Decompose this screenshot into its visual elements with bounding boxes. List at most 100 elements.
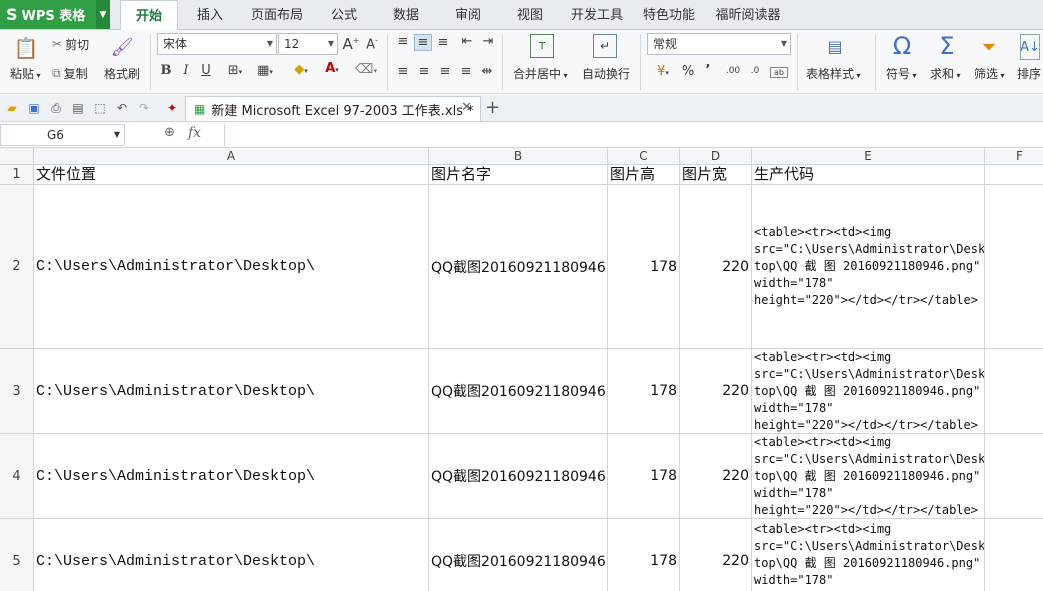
redo-icon[interactable]: ↷ [136,100,152,116]
table-cell[interactable]: C:\Users\Administrator\Desktop\ [34,185,429,349]
document-tab[interactable]: ▦ 新建 Microsoft Excel 97-2003 工作表.xls * ✕ [185,96,481,121]
table-cell[interactable]: 220 [680,185,752,349]
format-painter-button[interactable]: 格式刷 [104,65,140,82]
align-left-icon[interactable]: ≡ [395,64,411,79]
align-center-icon[interactable]: ≡ [416,64,432,79]
export-pdf-icon[interactable]: ⬚ [92,100,108,116]
tab-home[interactable]: 开始 [120,0,178,31]
table-cell[interactable]: C:\Users\Administrator\Desktop\ [34,519,429,591]
tab-review[interactable]: 审阅 [444,0,492,30]
italic-icon[interactable]: I [178,63,194,78]
table-cell[interactable]: QQ截图20160921180946.p [429,519,608,591]
align-bottom-icon[interactable]: ≡ [435,35,451,50]
table-cell[interactable]: 178 [608,434,680,519]
row-header[interactable]: 4 [0,434,34,519]
column-header-f[interactable]: F [985,148,1043,165]
paste-icon[interactable]: 📋 [8,34,44,62]
comma-style-icon[interactable]: ’ [702,63,714,78]
merge-center-button[interactable]: 合并居中 ▾ [513,65,568,82]
table-style-icon[interactable]: ▤ [822,35,848,57]
table-cell[interactable]: <table><tr><td><img src="C:\Users\Admini… [752,349,985,434]
empty-cell[interactable] [985,165,1043,185]
column-header-e[interactable]: E [752,148,985,165]
table-cell[interactable]: QQ截图20160921180946.p [429,349,608,434]
table-cell[interactable]: <table><tr><td><img src="C:\Users\Admini… [752,434,985,519]
sum-button[interactable]: 求和 ▾ [930,65,961,82]
decrease-decimal-icon[interactable]: .0 [746,66,764,76]
table-cell[interactable]: C:\Users\Administrator\Desktop\ [34,434,429,519]
justify-icon[interactable]: ≡ [458,64,474,79]
borders-icon[interactable]: ⊞▾ [222,63,248,78]
table-cell[interactable]: 220 [680,519,752,591]
row-header[interactable]: 3 [0,349,34,434]
row-header[interactable]: 5 [0,519,34,591]
header-cell-image-name[interactable]: 图片名字 [429,165,608,185]
zoom-search-icon[interactable]: ⊕ [164,125,175,140]
align-middle-icon[interactable]: ≡ [414,34,432,51]
tab-data[interactable]: 数据 [382,0,430,30]
cell-style-icon[interactable]: ▦▾ [252,63,278,78]
cut-button[interactable]: ✂ 剪切 [52,34,89,54]
font-color-icon[interactable]: A▾ [318,61,346,76]
underline-icon[interactable]: U [198,63,214,78]
number-format-select[interactable]: 常规 ▼ [647,33,791,55]
wps-app-menu-button[interactable]: S WPS 表格 [0,0,96,29]
tab-page-layout[interactable]: 页面布局 [246,0,308,30]
table-cell[interactable]: <table><tr><td><img src="C:\Users\Admini… [752,185,985,349]
format-painter-icon[interactable]: 🖌 [108,34,136,60]
empty-cell[interactable] [985,519,1043,591]
print-icon[interactable]: ⎙ [48,100,64,116]
copy-button[interactable]: ⧉ 复制 [52,63,88,83]
table-cell[interactable]: 220 [680,349,752,434]
column-header-d[interactable]: D [680,148,752,165]
table-cell[interactable]: QQ截图20160921180946.p [429,434,608,519]
row-header[interactable]: 2 [0,185,34,349]
name-box[interactable]: G6 ▼ [0,124,125,146]
merge-center-icon[interactable]: T [530,34,554,58]
header-cell-generated-code[interactable]: 生产代码 [752,165,985,185]
header-cell-file-location[interactable]: 文件位置 [34,165,429,185]
omega-symbol-icon[interactable]: Ω [888,32,916,60]
decrease-font-icon[interactable]: A- [363,36,381,52]
table-cell[interactable]: C:\Users\Administrator\Desktop\ [34,349,429,434]
tab-formulas[interactable]: 公式 [320,0,368,30]
column-header-a[interactable]: A [34,148,429,165]
font-name-select[interactable]: 宋体 ▼ [157,33,277,55]
align-right-icon[interactable]: ≡ [437,64,453,79]
print-preview-icon[interactable]: ▤ [70,100,86,116]
sort-az-icon[interactable]: A↓ [1020,34,1040,60]
currency-icon[interactable]: ¥▾ [650,64,676,79]
decrease-indent-icon[interactable]: ⇤ [459,34,475,49]
tab-insert[interactable]: 插入 [186,0,234,30]
table-cell[interactable]: 178 [608,519,680,591]
new-tab-plus-icon[interactable]: + [485,97,500,118]
tab-foxit-reader[interactable]: 福昕阅读器 [710,0,786,30]
tab-developer[interactable]: 开发工具 [566,0,628,30]
symbol-button[interactable]: 符号 ▾ [886,65,917,82]
increase-font-icon[interactable]: A+ [342,35,360,53]
formula-input[interactable] [224,124,1043,146]
header-cell-image-height[interactable]: 图片高 [608,165,680,185]
insert-function-icon[interactable]: fx [188,125,201,141]
font-size-select[interactable]: 12 ▼ [278,33,338,55]
table-cell[interactable]: 178 [608,185,680,349]
empty-cell[interactable] [985,185,1043,349]
header-cell-image-width[interactable]: 图片宽 [680,165,752,185]
row-header[interactable]: 1 [0,165,34,185]
distributed-align-icon[interactable]: ⇹ [479,64,495,79]
table-cell[interactable]: QQ截图20160921180946.p [429,185,608,349]
sigma-sum-icon[interactable]: Σ [933,32,961,60]
table-cell[interactable]: <table><tr><td><img src="C:\Users\Admini… [752,519,985,591]
paste-button[interactable]: 粘贴 ▾ [10,65,41,82]
sort-button[interactable]: 排序 [1017,65,1041,82]
filter-button[interactable]: 筛选 ▾ [974,65,1005,82]
empty-cell[interactable] [985,434,1043,519]
filter-funnel-icon[interactable]: ⏷ [977,34,1001,60]
pin-icon[interactable]: ✦ [164,100,180,116]
app-menu-dropdown-icon[interactable]: ▼ [96,0,110,29]
table-cell[interactable]: 220 [680,434,752,519]
align-top-icon[interactable]: ≡ [395,34,411,49]
clear-format-icon[interactable]: ⌫▾ [352,62,380,77]
increase-decimal-icon[interactable]: .00 [724,66,742,76]
column-header-b[interactable]: B [429,148,608,165]
